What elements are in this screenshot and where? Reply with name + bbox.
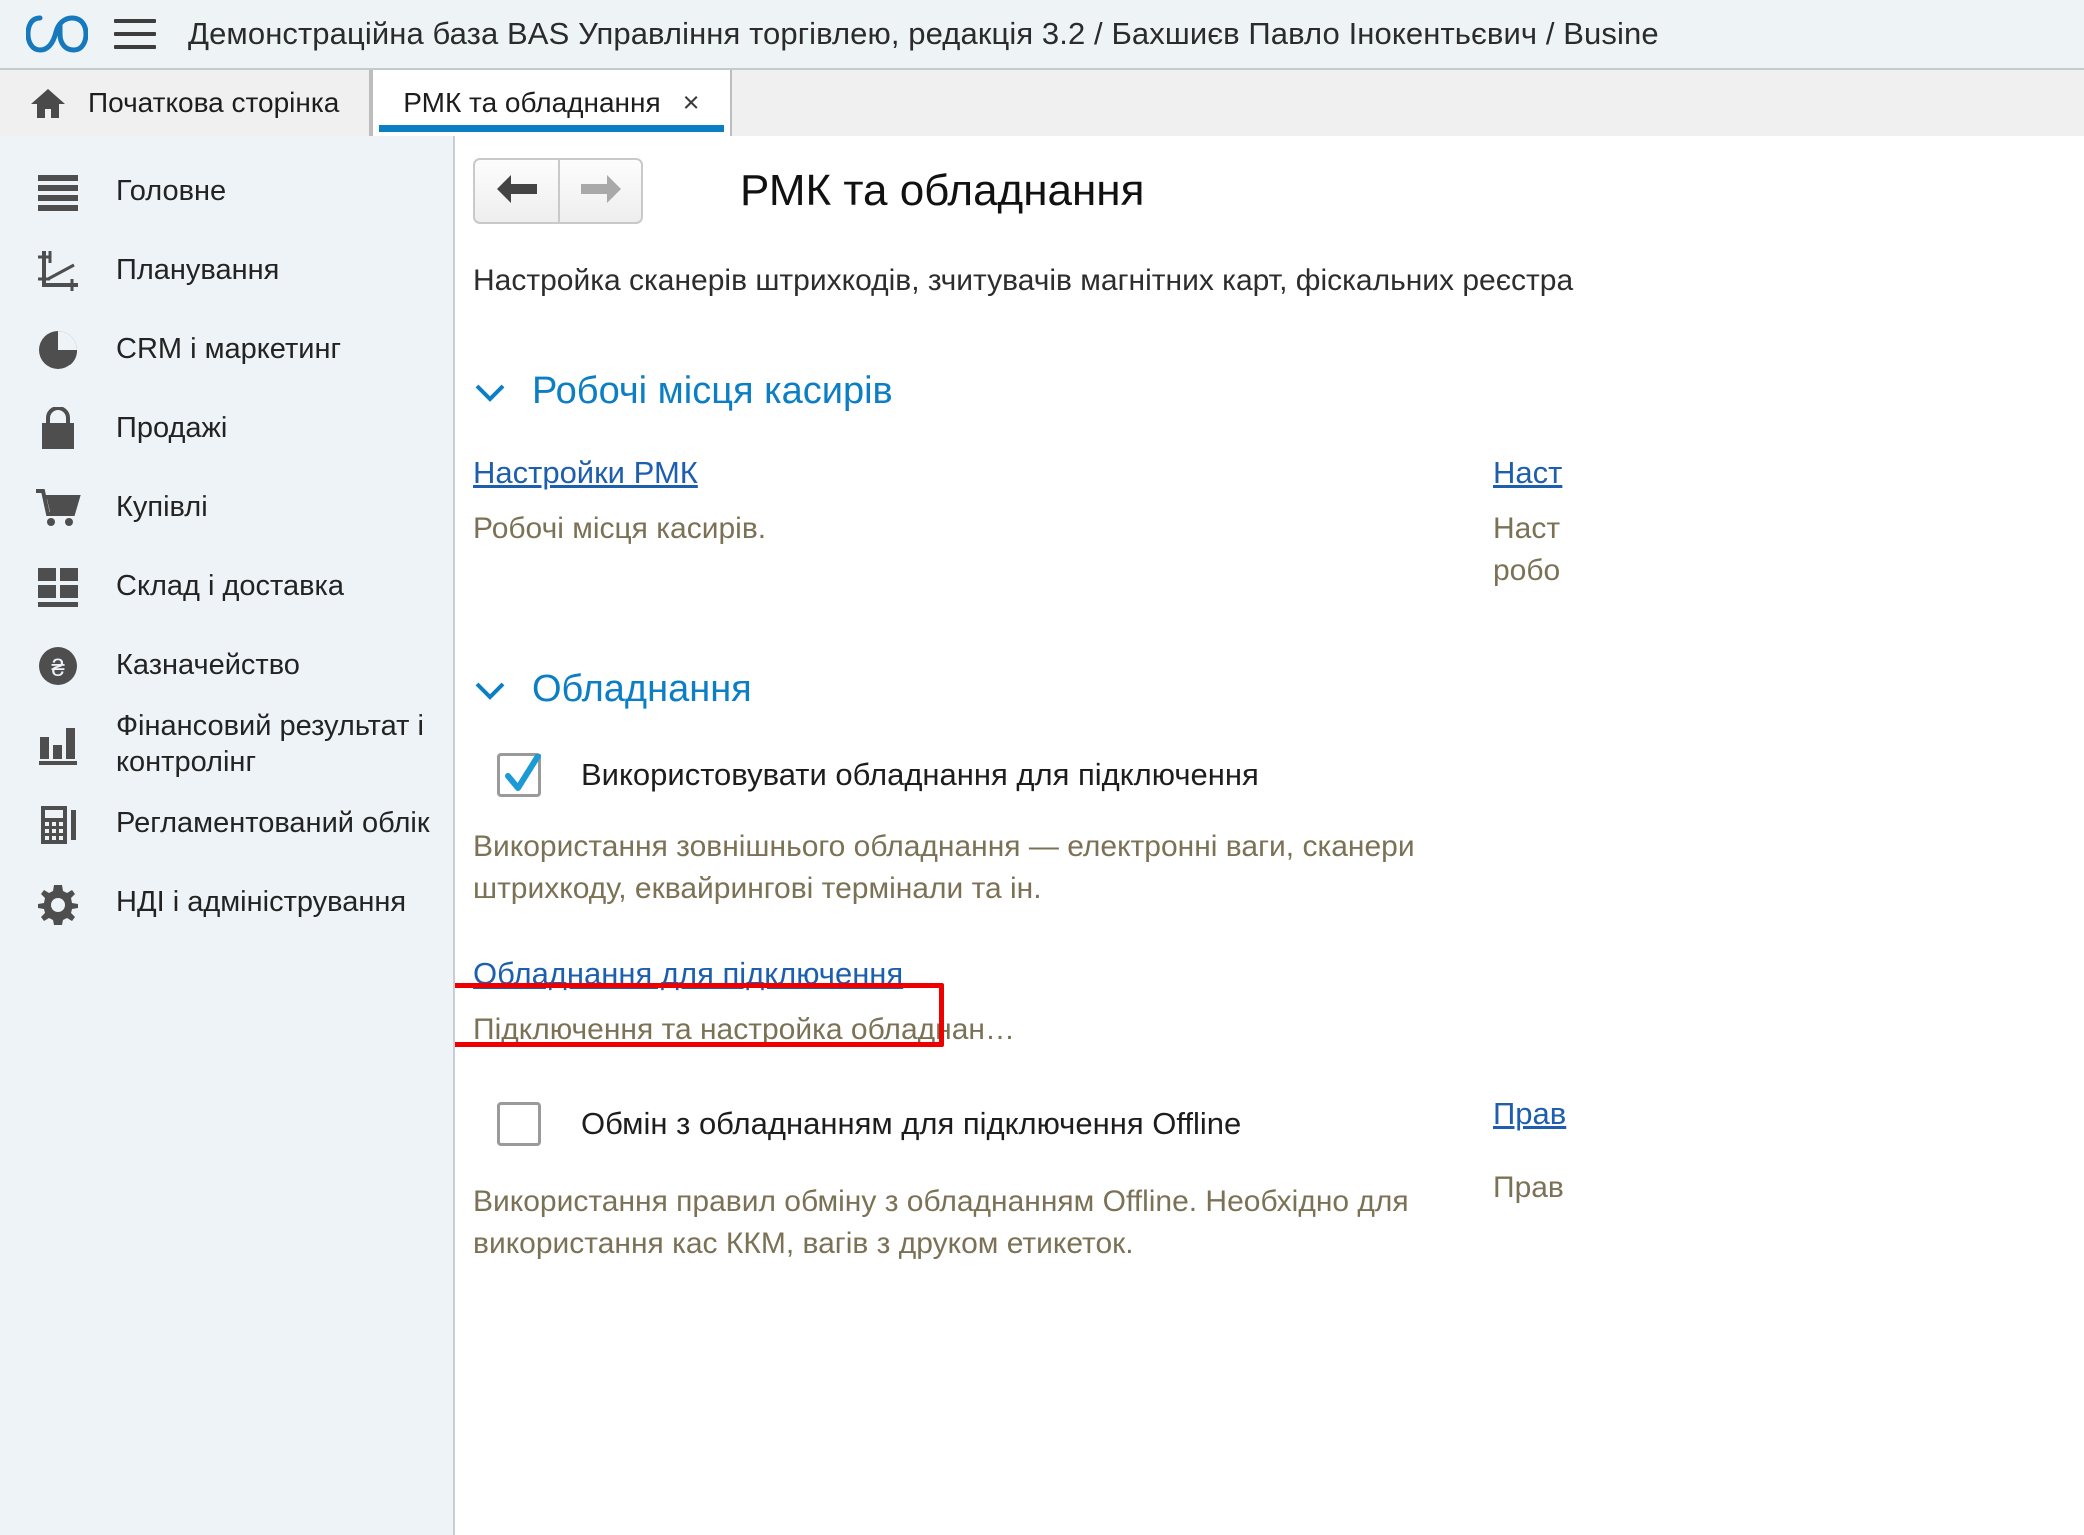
offline-right-column: Прав Прав <box>1493 1092 2084 1208</box>
sidebar-item-purchases[interactable]: Купівлі <box>0 468 453 547</box>
tab-bar: Початкова сторінка РМК та обладнання × <box>0 68 2084 136</box>
section-header[interactable]: Робочі місця касирів <box>473 370 2084 413</box>
checkbox-offline-exchange[interactable] <box>497 1101 541 1146</box>
checkbox-use-equipment-label: Використовувати обладнання для підключен… <box>581 757 1259 793</box>
hint-right-line2: робо <box>1493 553 1561 587</box>
section-cashier-workplaces: Робочі місця касирів Настройки РМК Робоч… <box>455 370 2084 590</box>
hamburger-menu-icon[interactable] <box>114 19 156 49</box>
tab-rmk-equipment[interactable]: РМК та обладнання × <box>371 70 732 136</box>
sidebar-item-label: Продажі <box>116 411 228 444</box>
sidebar-item-regulated-accounting[interactable]: Регламентований облік <box>0 784 453 863</box>
gear-icon <box>34 879 82 927</box>
pie-chart-icon <box>34 326 82 374</box>
sidebar-item-label: Планування <box>116 253 280 286</box>
section-title: Робочі місця касирів <box>532 370 893 412</box>
hint-equipment-line2: штрихкоду, еквайрингові термінали та ін. <box>473 871 1042 905</box>
main-content: РМК та обладнання Настройка сканерів штр… <box>455 136 2084 1535</box>
hint-equipment-connection: Підключення та настройка обладнан… <box>473 1013 1015 1047</box>
link-right-rules[interactable]: Прав <box>1493 1096 1566 1132</box>
close-icon[interactable]: × <box>683 88 700 118</box>
sidebar-item-administration[interactable]: НДІ і адміністрування <box>0 863 453 942</box>
link-rmk-settings[interactable]: Настройки РМК <box>473 455 698 491</box>
hint-rmk-settings: Робочі місця касирів. <box>473 512 767 545</box>
app-title: Демонстраційна база BAS Управління торгі… <box>188 16 1659 51</box>
tab-home[interactable]: Початкова сторінка <box>0 70 372 136</box>
home-icon <box>30 87 66 119</box>
workspace: Головне Планування CRM і маркетинг Прода… <box>0 136 2084 1535</box>
sidebar-item-label: Головне <box>116 174 227 207</box>
section-title: Обладнання <box>532 668 752 711</box>
sidebar-item-label: Купівлі <box>116 490 208 523</box>
sidebar-item-warehouse[interactable]: Склад і доставка <box>0 547 453 626</box>
sidebar-item-label: Склад і доставка <box>116 569 344 602</box>
tab-home-label: Початкова сторінка <box>88 87 340 118</box>
sidebar-item-planning[interactable]: Планування <box>0 231 453 310</box>
calculator-icon <box>34 800 82 848</box>
arrow-left-icon <box>495 172 539 211</box>
link-equipment-for-connection[interactable]: Обладнання для підключення <box>473 956 903 992</box>
arrow-right-icon <box>579 172 623 211</box>
page-title: РМК та обладнання <box>740 166 1145 215</box>
sidebar-item-treasury[interactable]: ₴ Казначейство <box>0 626 453 705</box>
hint-right-line1: Наст <box>1493 512 1561 545</box>
checkmark-icon <box>505 754 541 792</box>
sidebar-item-main[interactable]: Головне <box>0 152 453 231</box>
bas-logo-icon <box>25 12 89 56</box>
section-equipment: Обладнання Використовувати обладнання дл… <box>455 668 2084 1263</box>
hint-equipment-line1: Використання зовнішнього обладнання — ел… <box>473 830 1415 864</box>
shopping-bag-icon <box>34 405 82 453</box>
link-right-settings[interactable]: Наст <box>1493 455 1562 491</box>
svg-text:₴: ₴ <box>51 655 65 682</box>
hint-offline-line1: Використання правил обміну з обладнанням… <box>473 1184 1409 1218</box>
sidebar-item-financial-result[interactable]: Фінансовий результат і контролінг <box>0 705 453 784</box>
shopping-cart-icon <box>34 484 82 532</box>
checkbox-offline-exchange-label: Обмін з обладнанням для підключення Offl… <box>581 1105 1242 1141</box>
offline-left-column: Обмін з обладнанням для підключення Offl… <box>473 1092 1473 1263</box>
checkbox-row-offline-exchange[interactable]: Обмін з обладнанням для підключення Offl… <box>473 1101 1473 1146</box>
forward-button[interactable] <box>558 160 641 222</box>
list-lines-icon <box>34 168 82 216</box>
tab-rmk-equipment-label: РМК та обладнання <box>403 87 661 118</box>
hint-right-rules: Прав <box>1493 1170 1564 1204</box>
sidebar-item-crm[interactable]: CRM і маркетинг <box>0 310 453 389</box>
chevron-down-icon <box>473 673 507 707</box>
bar-chart-icon <box>34 721 82 769</box>
coin-currency-icon: ₴ <box>34 642 82 690</box>
section-right-column: Наст Наст робо <box>1493 455 2084 590</box>
sidebar-item-sales[interactable]: Продажі <box>0 389 453 468</box>
hint-offline-line2: використання кас ККМ, вагів з друком ети… <box>473 1226 1134 1260</box>
sidebar-item-label: Регламентований облік <box>116 806 430 839</box>
sidebar-item-label: Казначейство <box>116 648 300 681</box>
navigation-buttons <box>473 158 643 224</box>
section-header[interactable]: Обладнання <box>473 668 2084 711</box>
checkbox-row-use-equipment[interactable]: Використовувати обладнання для підключен… <box>473 753 2084 798</box>
title-bar: Демонстраційна база BAS Управління торгі… <box>0 0 2084 68</box>
sidebar: Головне Планування CRM і маркетинг Прода… <box>0 136 455 1535</box>
checkbox-use-equipment[interactable] <box>497 753 541 798</box>
sidebar-item-label: Фінансовий результат і контролінг <box>116 710 424 778</box>
back-button[interactable] <box>475 160 558 222</box>
section-left-column: Настройки РМК Робочі місця касирів. <box>473 455 1473 549</box>
chart-axes-icon <box>34 247 82 295</box>
page-header: РМК та обладнання <box>455 158 2084 224</box>
page-description: Настройка сканерів штрихкодів, зчитувачі… <box>473 264 1574 297</box>
sidebar-item-label: CRM і маркетинг <box>116 332 342 365</box>
warehouse-grid-icon <box>34 563 82 611</box>
sidebar-item-label: НДІ і адміністрування <box>116 885 407 918</box>
chevron-down-icon <box>473 375 507 409</box>
